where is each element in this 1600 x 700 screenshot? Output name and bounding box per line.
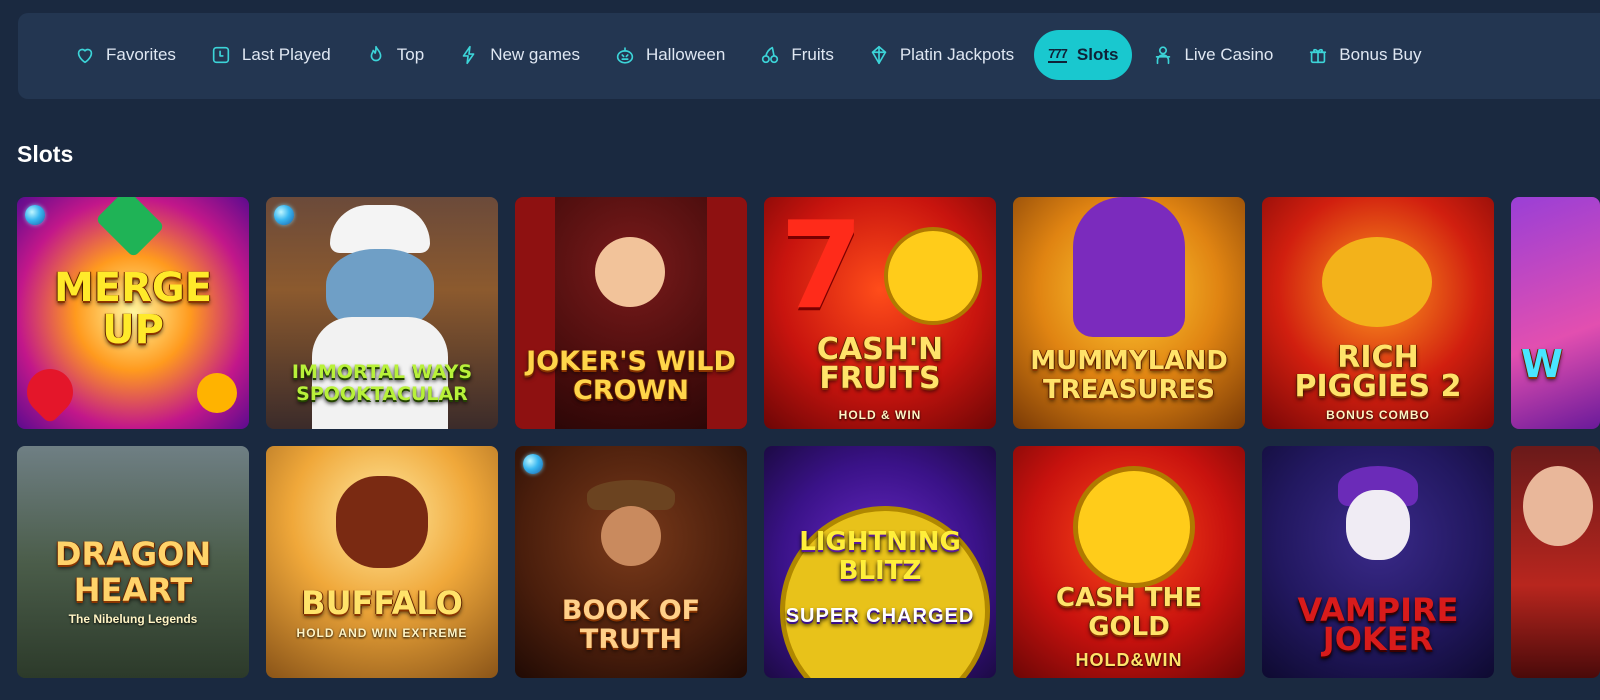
nav-item-slots[interactable]: 777 Slots: [1034, 30, 1133, 80]
nav-item-label: Halloween: [645, 45, 726, 64]
mini-coin-artwork: [884, 227, 982, 325]
game-title: VAMPIRE JOKER: [1297, 591, 1459, 658]
game-tile-buffalo[interactable]: BUFFALO HOLD AND WIN EXTREME: [266, 446, 498, 678]
game-tile-book-of-truth[interactable]: BOOK OF TRUTH: [515, 446, 747, 678]
seven-symbol-artwork: 7: [780, 197, 864, 336]
game-subtitle: HOLD AND WIN EXTREME: [296, 626, 468, 640]
nav-item-fruits[interactable]: Fruits: [745, 30, 848, 80]
game-tile-partial[interactable]: W: [1511, 197, 1600, 429]
category-navbar: Favorites Last Played Top New games Hall…: [18, 13, 1600, 99]
chef-hat-artwork: [330, 205, 430, 253]
gift-icon: [1310, 48, 1327, 64]
game-artwork: [1511, 197, 1600, 429]
game-tile-rich-piggies-2[interactable]: RICH PIGGIES 2 BONUS COMBO: [1262, 197, 1494, 429]
heart-icon: [77, 48, 93, 64]
game-tile-cash-the-gold[interactable]: CASH THE GOLD HOLD&WIN: [1013, 446, 1245, 678]
nav-item-halloween[interactable]: Halloween: [600, 30, 739, 80]
nav-item-label: Fruits: [791, 45, 834, 64]
game-tile-partial[interactable]: [1511, 446, 1600, 678]
game-subtitle: HOLD&WIN: [1075, 650, 1183, 670]
flame-icon: [370, 45, 382, 62]
badge-icon: [274, 205, 294, 225]
game-title: CASH THE GOLD: [1056, 583, 1202, 642]
joker-face-artwork: [595, 237, 665, 307]
gem-artwork: [197, 373, 237, 413]
gold-pig-artwork: [1322, 237, 1432, 327]
nav-item-label: Favorites: [106, 45, 176, 64]
game-title: BOOK OF TRUTH: [561, 595, 701, 655]
buffalo-artwork: [336, 476, 428, 568]
game-title: RICH PIGGIES 2: [1294, 340, 1462, 404]
game-title: IMMORTAL WAYS SPOOKTACULAR: [291, 361, 473, 405]
game-title: MERGE UP: [53, 265, 213, 353]
nav-item-platin-jackpots[interactable]: Platin Jackpots: [854, 30, 1028, 80]
section-title: Slots: [17, 141, 74, 167]
game-tile-spooktacular[interactable]: IMMORTAL WAYS SPOOKTACULAR: [266, 197, 498, 429]
category-list: Favorites Last Played Top New games Hall…: [60, 30, 1442, 80]
game-tile-cash-n-fruits[interactable]: 7 Cash'n Fruits HOLD & WIN: [764, 197, 996, 429]
nav-item-label: New games: [490, 45, 580, 64]
badge-icon: [523, 454, 543, 474]
game-tile-dragon-heart[interactable]: DRAGON HEART The Nibelung Legends: [17, 446, 249, 678]
nav-item-new-games[interactable]: New games: [444, 30, 594, 80]
sevens-icon: 777: [1048, 46, 1068, 63]
game-tile-jokers-wild-crown[interactable]: JOKER'S Wild CROWN: [515, 197, 747, 429]
badge-icon: [25, 205, 45, 225]
pumpkin-icon: [616, 47, 634, 64]
nav-item-label: Slots: [1076, 45, 1119, 64]
nav-item-live-casino[interactable]: Live Casino: [1138, 30, 1287, 80]
explorer-face-artwork: [601, 506, 661, 566]
game-title: Cash'n Fruits: [816, 332, 944, 396]
game-title: LIGHTNING BLITZ: [799, 527, 961, 586]
game-title: DRAGON HEART: [54, 535, 212, 609]
game-subtitle: HOLD & WIN: [838, 408, 922, 422]
game-tile-lightning-blitz[interactable]: LIGHTNING BLITZ SUPER CHARGED: [764, 446, 996, 678]
jackpot-coin-artwork: [1073, 466, 1195, 588]
dealer-icon: [1156, 46, 1171, 65]
nav-item-label: Live Casino: [1184, 45, 1274, 64]
cherries-icon: [762, 46, 779, 64]
nav-item-top[interactable]: Top: [351, 30, 438, 80]
nav-item-bonus-buy[interactable]: Bonus Buy: [1293, 30, 1435, 80]
diamond-icon: [871, 45, 887, 65]
nav-item-label: Top: [396, 45, 425, 64]
grandma-face-artwork: [1523, 466, 1593, 546]
nav-item-label: Bonus Buy: [1339, 45, 1422, 64]
vampire-face-artwork: [1346, 490, 1410, 560]
game-title: MUMMYLAND TREASURES: [1030, 346, 1228, 405]
game-tile-merge-up[interactable]: MERGE UP: [17, 197, 249, 429]
mummy-artwork: [1073, 197, 1185, 337]
game-tile-mummyland-treasures[interactable]: MUMMYLAND TREASURES: [1013, 197, 1245, 429]
nav-item-favorites[interactable]: Favorites: [60, 30, 190, 80]
nav-item-last-played[interactable]: Last Played: [196, 30, 345, 80]
nav-item-label: Platin Jackpots: [899, 45, 1015, 64]
game-tile-vampire-joker[interactable]: VAMPIRE JOKER: [1262, 446, 1494, 678]
game-title: W: [1521, 342, 1563, 386]
game-subtitle: The Nibelung Legends: [68, 612, 198, 626]
game-subtitle: BONUS COMBO: [1326, 408, 1430, 422]
game-title: JOKER'S Wild CROWN: [526, 346, 736, 406]
lightning-icon: [462, 45, 475, 65]
nav-item-label: Last Played: [241, 45, 331, 64]
game-title: BUFFALO: [301, 584, 463, 622]
game-subtitle: SUPER CHARGED: [785, 605, 975, 627]
clock-icon: [212, 46, 230, 64]
